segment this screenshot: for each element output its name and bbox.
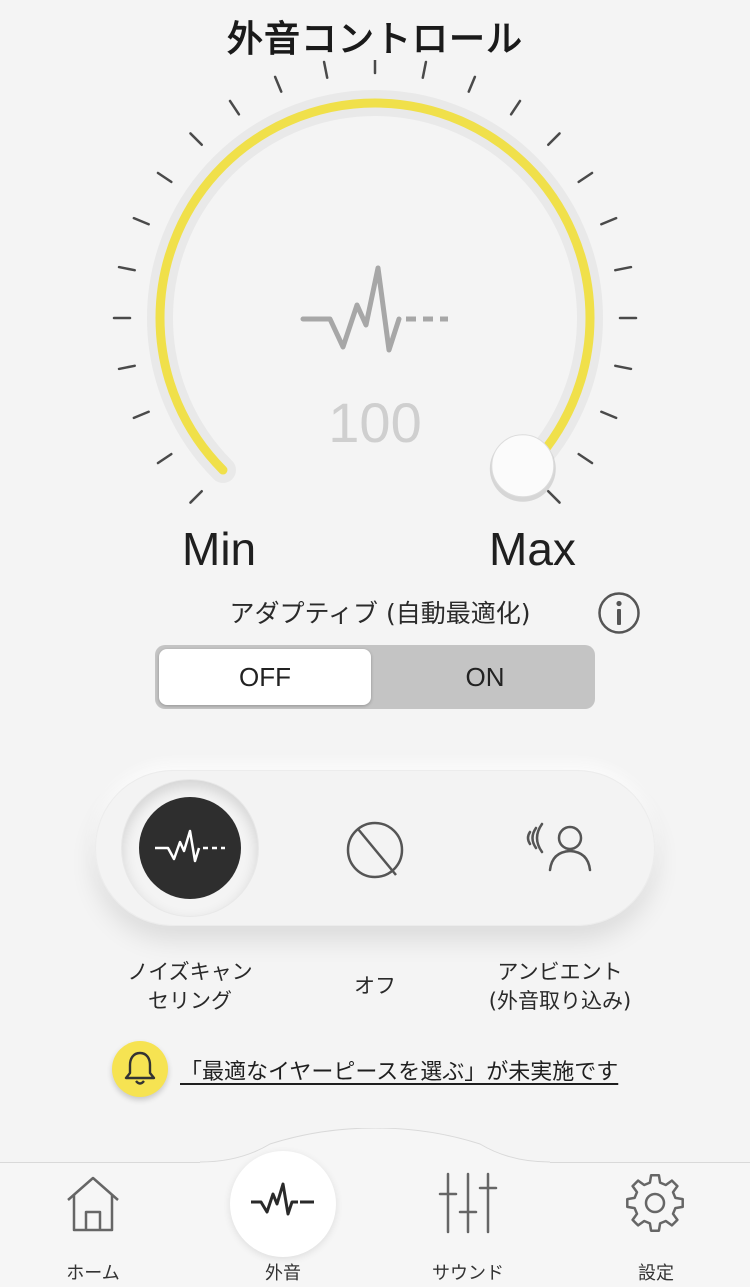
- tab-ambient-label: 外音: [265, 1263, 301, 1284]
- dial-min-label: Min: [182, 523, 257, 575]
- adaptive-off-option[interactable]: OFF: [159, 649, 371, 705]
- dial-tick: [189, 132, 204, 147]
- mode-noise-cancelling-label: ノイズキャン セリング: [100, 958, 280, 1016]
- adaptive-label: アダプティブ (自動最適化): [229, 599, 531, 628]
- notice-badge: [112, 1041, 168, 1097]
- gear-icon: [626, 1174, 684, 1232]
- dial-tick: [132, 410, 150, 420]
- mode-ambient-button[interactable]: [522, 818, 598, 878]
- tab-home[interactable]: [64, 1174, 122, 1234]
- mode-noise-cancelling-button[interactable]: [139, 797, 241, 899]
- dial-tick: [509, 99, 522, 116]
- tab-settings[interactable]: [624, 1172, 686, 1234]
- equalizer-icon: [438, 1172, 498, 1234]
- dial-knob[interactable]: [489, 434, 556, 502]
- dial-tick: [614, 364, 633, 371]
- waveform-icon: [251, 1182, 314, 1216]
- tab-ambient[interactable]: [248, 1180, 318, 1220]
- mode-off-button[interactable]: [340, 815, 410, 885]
- home-icon: [67, 1176, 119, 1232]
- dial-tick: [156, 452, 173, 465]
- page-title: 外音コントロール: [226, 19, 523, 60]
- mode-label-line: ノイズキャン: [127, 960, 253, 984]
- waveform-icon: [300, 265, 448, 353]
- dial-tick: [577, 171, 594, 184]
- earpiece-notice-link[interactable]: 「最適なイヤーピースを選ぶ」が未実施です: [180, 1054, 618, 1086]
- tab-home-label: ホーム: [66, 1263, 120, 1284]
- mode-label-line: セリング: [148, 989, 232, 1013]
- dial-tick: [546, 132, 561, 147]
- mode-label-line: (外音取り込み): [488, 989, 632, 1013]
- dial-tick: [600, 216, 618, 226]
- dial-tick: [273, 75, 283, 93]
- adaptive-on-option[interactable]: ON: [379, 649, 591, 705]
- dial-tick: [189, 489, 204, 504]
- info-icon[interactable]: [597, 591, 641, 635]
- dial-tick: [117, 364, 136, 371]
- mode-label-line: アンビエント: [497, 960, 623, 984]
- noise-cancel-icon: [155, 829, 225, 863]
- dial-tick: [600, 410, 618, 420]
- tab-sound-label: サウンド: [432, 1263, 504, 1284]
- dial-tick: [132, 216, 150, 226]
- mode-off-label: オフ: [354, 974, 396, 998]
- dial-max-label: Max: [489, 523, 576, 575]
- dial-value: 100: [328, 391, 422, 454]
- off-icon: [346, 821, 404, 879]
- ambient-level-dial[interactable]: [0, 60, 750, 530]
- tab-sound[interactable]: [438, 1172, 498, 1234]
- dial-tick: [577, 452, 594, 465]
- dial-tick: [117, 265, 136, 272]
- ambient-icon: [526, 822, 592, 872]
- dial-tick: [228, 99, 241, 116]
- dial-tick: [156, 171, 173, 184]
- adaptive-toggle[interactable]: OFF ON: [155, 645, 595, 709]
- bell-icon: [124, 1051, 156, 1085]
- dial-tick: [322, 60, 329, 79]
- dial-tick: [421, 60, 428, 79]
- dial-tick: [467, 75, 477, 93]
- dial-tick: [546, 489, 561, 504]
- tab-settings-label: 設定: [638, 1263, 674, 1284]
- mode-ambient-label: アンビエント (外音取り込み): [460, 958, 660, 1016]
- dial-tick: [614, 265, 633, 272]
